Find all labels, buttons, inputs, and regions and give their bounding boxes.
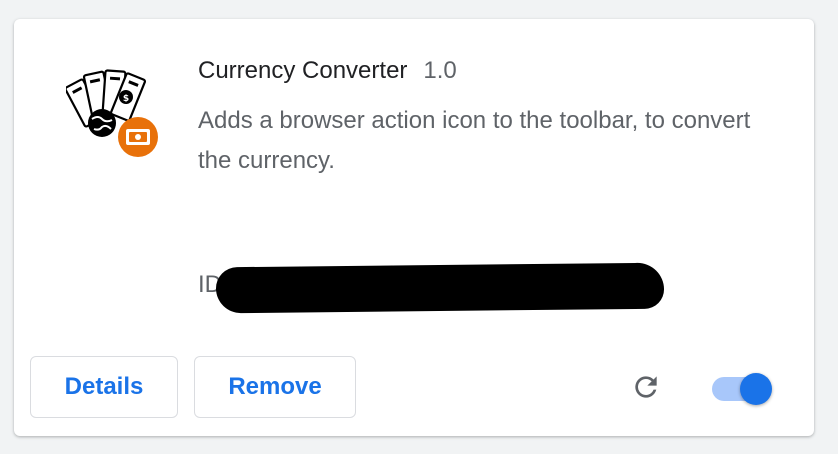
money-globe-icon: $ (66, 69, 158, 157)
details-button[interactable]: Details (30, 356, 178, 418)
extension-version: 1.0 (423, 57, 457, 84)
extension-title-row: Currency Converter 1.0 (198, 57, 457, 85)
extension-card: $ Currency Converter 1.0 Adds a browser … (14, 19, 814, 436)
extension-description: Adds a browser action icon to the toolba… (198, 107, 751, 174)
reload-icon[interactable] (630, 371, 662, 403)
svg-text:$: $ (123, 94, 129, 104)
enable-extension-toggle[interactable] (712, 372, 774, 406)
remove-button[interactable]: Remove (194, 356, 356, 418)
extension-name: Currency Converter (198, 57, 408, 84)
redacted-extension-id (215, 262, 665, 314)
toggle-knob (740, 373, 772, 405)
